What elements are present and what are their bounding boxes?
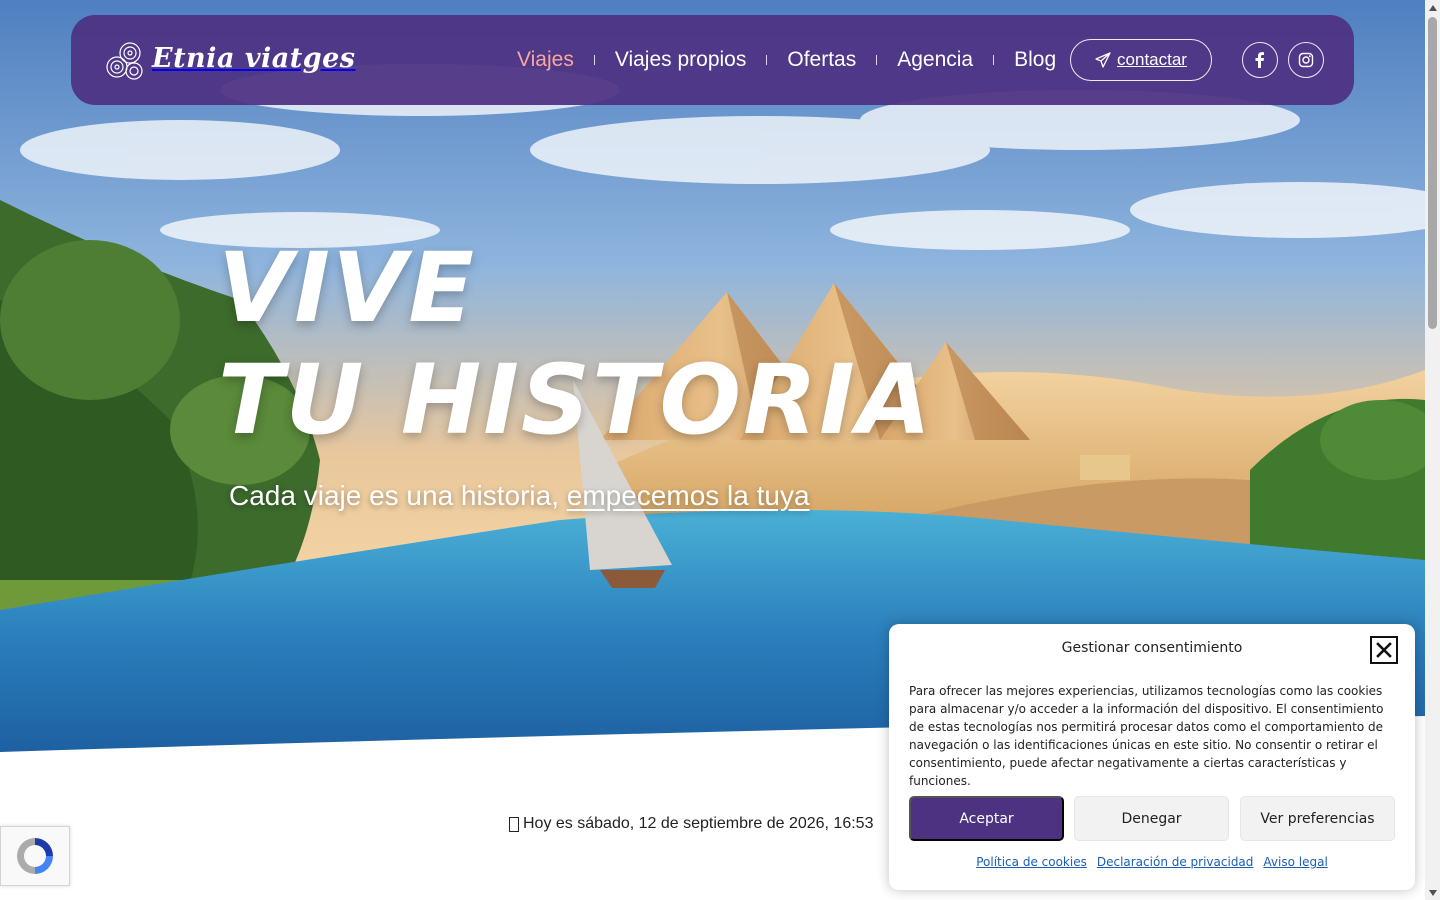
recaptcha-icon <box>17 838 53 874</box>
scroll-up-arrow-icon[interactable] <box>1425 0 1440 15</box>
instagram-icon <box>1298 52 1314 68</box>
cookie-preferences-button[interactable]: Ver preferencias <box>1240 796 1395 841</box>
cookie-links: Política de cookies Declaración de priva… <box>889 855 1415 869</box>
hero-title-line-1: VIVE <box>218 232 476 344</box>
cookie-consent-dialog: Gestionar consentimiento Para ofrecer la… <box>889 624 1415 890</box>
cookie-accept-button[interactable]: Aceptar <box>909 796 1064 841</box>
legal-notice-link[interactable]: Aviso legal <box>1263 855 1327 869</box>
scroll-down-arrow-icon[interactable] <box>1425 885 1440 900</box>
facebook-icon <box>1255 52 1264 68</box>
nav-agencia[interactable]: Agencia <box>877 48 993 72</box>
cookie-close-button[interactable] <box>1370 636 1398 664</box>
current-date-line: Hoy es sábado, 12 de septiembre de 2026,… <box>509 813 873 835</box>
main-nav: Viajes Viajes propios Ofertas Agencia Bl… <box>497 15 1076 105</box>
paper-plane-icon <box>1095 52 1111 68</box>
nav-viajes-propios[interactable]: Viajes propios <box>595 48 767 72</box>
cookie-dialog-title: Gestionar consentimiento <box>1061 640 1243 656</box>
privacy-statement-link[interactable]: Declaración de privacidad <box>1097 855 1254 869</box>
cookie-dialog-body: Para ofrecer las mejores experiencias, u… <box>909 684 1384 788</box>
instagram-link[interactable] <box>1288 42 1324 78</box>
nav-ofertas[interactable]: Ofertas <box>767 48 876 72</box>
hero-subtitle-link[interactable]: empecemos la tuya <box>567 480 810 511</box>
page-scrollbar[interactable] <box>1425 0 1440 900</box>
current-date-text: Hoy es sábado, 12 de septiembre de 2026,… <box>523 815 874 832</box>
facebook-link[interactable] <box>1242 42 1278 78</box>
nav-viajes[interactable]: Viajes <box>497 48 594 72</box>
hero-title-line-2: TU HISTORIA <box>218 344 934 456</box>
scrollbar-thumb[interactable] <box>1428 17 1437 329</box>
cookie-deny-button[interactable]: Denegar <box>1074 796 1229 841</box>
site-header: Etnia viatges Viajes Viajes propios Ofer… <box>71 15 1354 105</box>
contact-button-label: contactar <box>1117 50 1187 69</box>
logo-mandala-icon <box>106 42 143 80</box>
contact-button[interactable]: contactar <box>1070 39 1212 81</box>
recaptcha-badge[interactable] <box>0 826 70 886</box>
close-icon <box>1376 642 1392 658</box>
hero-title: VIVE TU HISTORIA <box>218 232 933 456</box>
logo-text: Etnia viatges <box>152 42 356 74</box>
logo[interactable]: Etnia viatges <box>104 37 356 85</box>
hero-subtitle-text: Cada viaje es una historia, <box>229 480 567 511</box>
hero-subtitle: Cada viaje es una historia, empecemos la… <box>229 478 810 514</box>
missing-glyph-icon <box>509 816 519 832</box>
cookie-policy-link[interactable]: Política de cookies <box>976 855 1087 869</box>
nav-blog[interactable]: Blog <box>994 48 1076 72</box>
